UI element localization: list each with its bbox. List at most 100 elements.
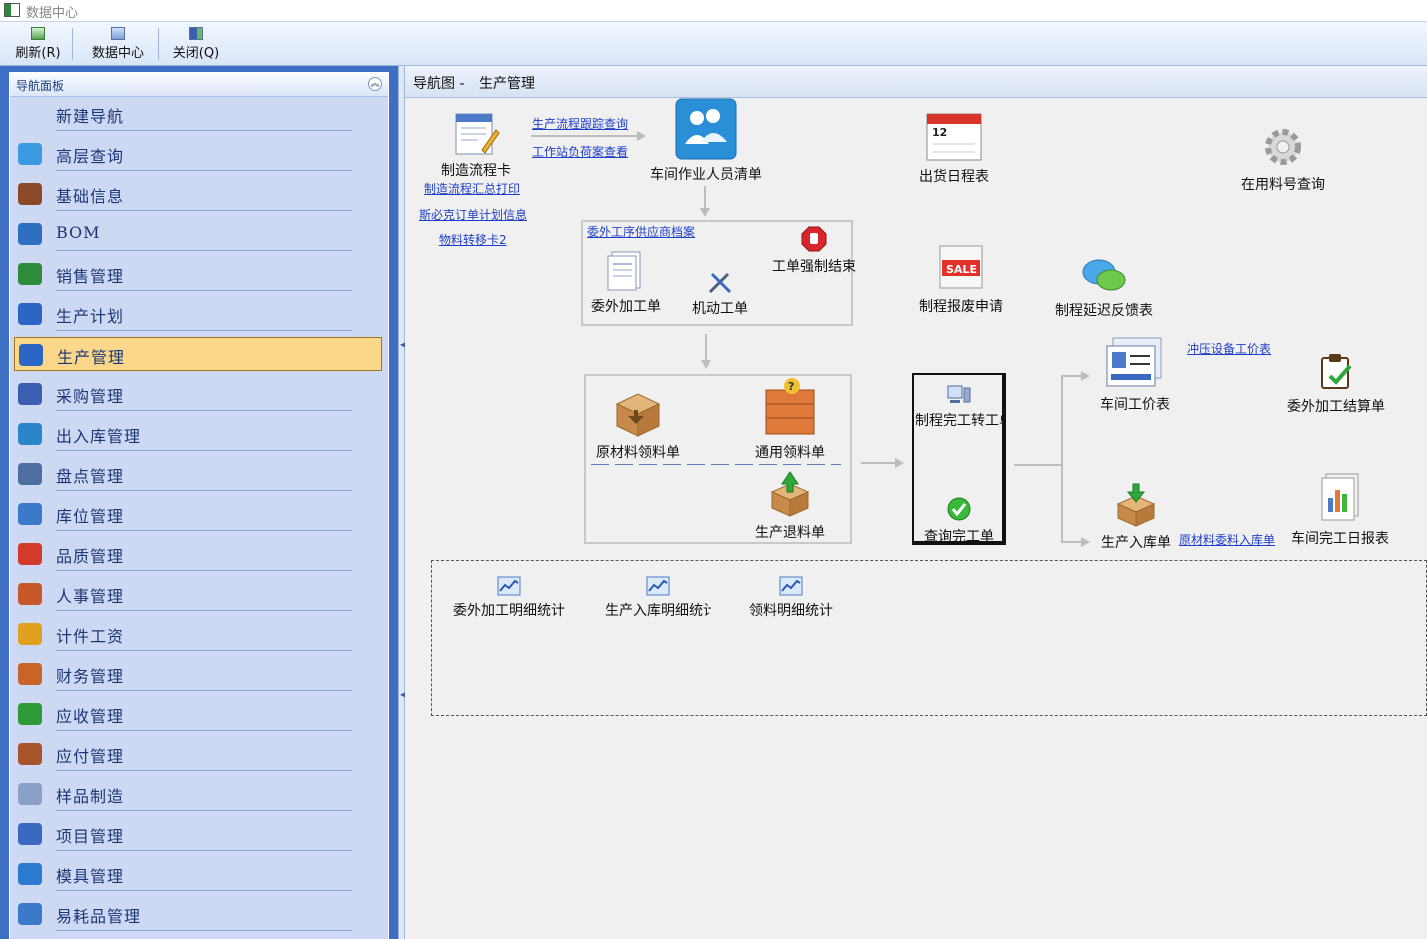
node-shipping[interactable]: 12 出货日程表 — [911, 108, 997, 186]
node-material-query[interactable]: 在用料号查询 — [1233, 124, 1333, 194]
nav-item-icon — [18, 663, 42, 685]
report-chart-icon — [1321, 473, 1359, 521]
link-summary-print[interactable]: 制造流程汇总打印 — [424, 180, 520, 197]
nav-item[interactable]: 出入库管理 — [14, 417, 382, 451]
nav-item[interactable]: 财务管理 — [14, 657, 382, 691]
nav-item-icon — [18, 623, 42, 645]
nav-item-divider — [56, 130, 352, 131]
link-raw-in[interactable]: 原材料委料入库单 — [1179, 531, 1275, 548]
toolbar: 刷新(R) 数据中心 关闭(Q) — [0, 22, 1427, 66]
stop-hand-icon — [801, 226, 827, 252]
nav-item-icon — [18, 743, 42, 765]
node-mobile-order-label: 机动工单 — [692, 301, 748, 317]
node-raw-pick[interactable]: 原材料领料单 — [591, 390, 685, 462]
datacenter-label: 数据中心 — [91, 46, 144, 61]
link-plan-info[interactable]: 斯必克订单计划信息 — [419, 206, 527, 223]
close-button[interactable]: 关闭(Q) — [166, 24, 226, 64]
node-query-done[interactable]: 查询完工单 — [915, 496, 1003, 546]
datacenter-button[interactable]: 数据中心 — [84, 24, 152, 64]
nav-item-divider — [56, 890, 352, 891]
nav-item[interactable]: BOM — [14, 217, 382, 251]
sale-tag-icon: SALE — [939, 245, 983, 289]
nav-item[interactable]: 生产管理 — [14, 337, 382, 371]
node-transfer-label: 制程完工转工单 — [915, 413, 1003, 429]
link-station[interactable]: 工作站负荷案查看 — [532, 143, 628, 160]
node-stat-stockin-label: 生产入库明细统计 — [605, 603, 711, 619]
nav-item[interactable]: 样品制造 — [14, 777, 382, 811]
navigation-panel-title: 导航面板 — [16, 79, 65, 93]
node-stock-in[interactable]: 生产入库单 — [1097, 482, 1175, 552]
nav-item[interactable]: 模具管理 — [14, 857, 382, 891]
clipboard-check-icon — [1321, 354, 1352, 389]
link-trace[interactable]: 生产流程跟踪查询 — [532, 115, 628, 132]
node-return[interactable]: 生产退料单 — [747, 470, 833, 542]
link-press-price[interactable]: 冲压设备工价表 — [1187, 340, 1271, 357]
nav-item[interactable]: 盘点管理 — [14, 457, 382, 491]
node-stat-stockin[interactable]: 生产入库明细统计 — [605, 576, 711, 620]
node-delay-label: 制程延迟反馈表 — [1055, 303, 1153, 319]
nav-item-divider — [56, 690, 352, 691]
nav-item-label: 出入库管理 — [56, 427, 142, 446]
nav-item[interactable]: 采购管理 — [14, 377, 382, 411]
nav-item-label: 生产管理 — [57, 348, 126, 367]
node-stat-outsource[interactable]: 委外加工明细统计 — [447, 576, 571, 620]
calendar-icon: 12 — [926, 113, 982, 161]
link-card2[interactable]: 物料转移卡2 — [439, 231, 507, 248]
node-scrap[interactable]: SALE 制程报废申请单 — [919, 242, 1003, 316]
nav-item-divider — [56, 250, 352, 251]
nav-item[interactable]: 库位管理 — [14, 497, 382, 531]
node-force-close[interactable]: 工单强制结束 — [767, 226, 861, 276]
nav-item[interactable]: 品质管理 — [14, 537, 382, 571]
people-icon — [675, 98, 737, 160]
nav-item[interactable]: 新建导航 — [14, 97, 382, 131]
toolbar-separator — [158, 28, 159, 60]
arrow-right-icon — [1081, 537, 1090, 547]
nav-item-icon — [18, 263, 42, 285]
node-delay[interactable]: 制程延迟反馈表 — [1051, 256, 1157, 320]
link-vendor[interactable]: 委外工序供应商档案 — [587, 223, 695, 240]
node-query-done-label: 查询完工单 — [924, 529, 994, 545]
nav-item-icon — [18, 223, 42, 245]
nav-item[interactable]: 人事管理 — [14, 577, 382, 611]
nav-item-label: 基础信息 — [56, 187, 125, 206]
refresh-button[interactable]: 刷新(R) — [8, 24, 68, 64]
node-outsource-settle[interactable]: 委外加工结算单 — [1287, 352, 1385, 416]
box-icon — [615, 393, 661, 437]
nav-item-icon — [19, 344, 43, 366]
arrow-right-icon — [1081, 371, 1090, 381]
nav-item[interactable]: 应收管理 — [14, 697, 382, 731]
nav-item[interactable]: 生产计划 — [14, 297, 382, 331]
panel-splitter[interactable]: ◀ ◀ — [398, 66, 406, 939]
box-up-arrow-icon — [770, 471, 810, 517]
nav-item-divider — [56, 170, 352, 171]
collapse-icon[interactable]: ︽ — [368, 77, 382, 91]
node-mobile-order[interactable]: 机动工单 — [685, 270, 755, 318]
connector — [531, 135, 637, 137]
nav-item[interactable]: 计件工资 — [14, 617, 382, 651]
nav-item-label: 新建导航 — [56, 107, 125, 126]
node-card[interactable]: 制造流程卡 — [433, 110, 519, 180]
node-stat-pick[interactable]: 领料明细统计 — [743, 576, 839, 620]
nav-item[interactable]: 基础信息 — [14, 177, 382, 211]
nav-item[interactable]: 高层查询 — [14, 137, 382, 171]
node-general-pick[interactable]: ? 通用领料单 — [747, 376, 833, 462]
nav-item-icon — [18, 703, 42, 725]
node-outsource-order[interactable]: 委外加工单 — [585, 248, 667, 316]
nav-item[interactable]: 项目管理 — [14, 817, 382, 851]
nav-item[interactable]: 销售管理 — [14, 257, 382, 291]
nav-item[interactable]: 易耗品管理 — [14, 897, 382, 931]
nav-item-icon — [18, 823, 42, 845]
node-material-query-label: 在用料号查询 — [1241, 177, 1325, 193]
nav-item-label: 生产计划 — [56, 307, 125, 326]
nav-item-divider — [56, 730, 352, 731]
nav-item-icon — [18, 783, 42, 805]
breadcrumb: 导航图 - 生产管理 — [413, 73, 545, 93]
node-daily-label: 车间完工日报表 — [1291, 531, 1389, 547]
node-daily[interactable]: 车间完工日报表 — [1285, 472, 1395, 548]
connector — [1061, 375, 1063, 543]
node-wage[interactable]: 车间工价表 — [1093, 336, 1177, 414]
nav-item[interactable]: 应付管理 — [14, 737, 382, 771]
node-staff[interactable]: 车间作业人员清单 — [643, 98, 769, 184]
node-transfer[interactable]: 制程完工转工单 — [915, 384, 1003, 430]
document-pencil-icon — [455, 113, 500, 155]
